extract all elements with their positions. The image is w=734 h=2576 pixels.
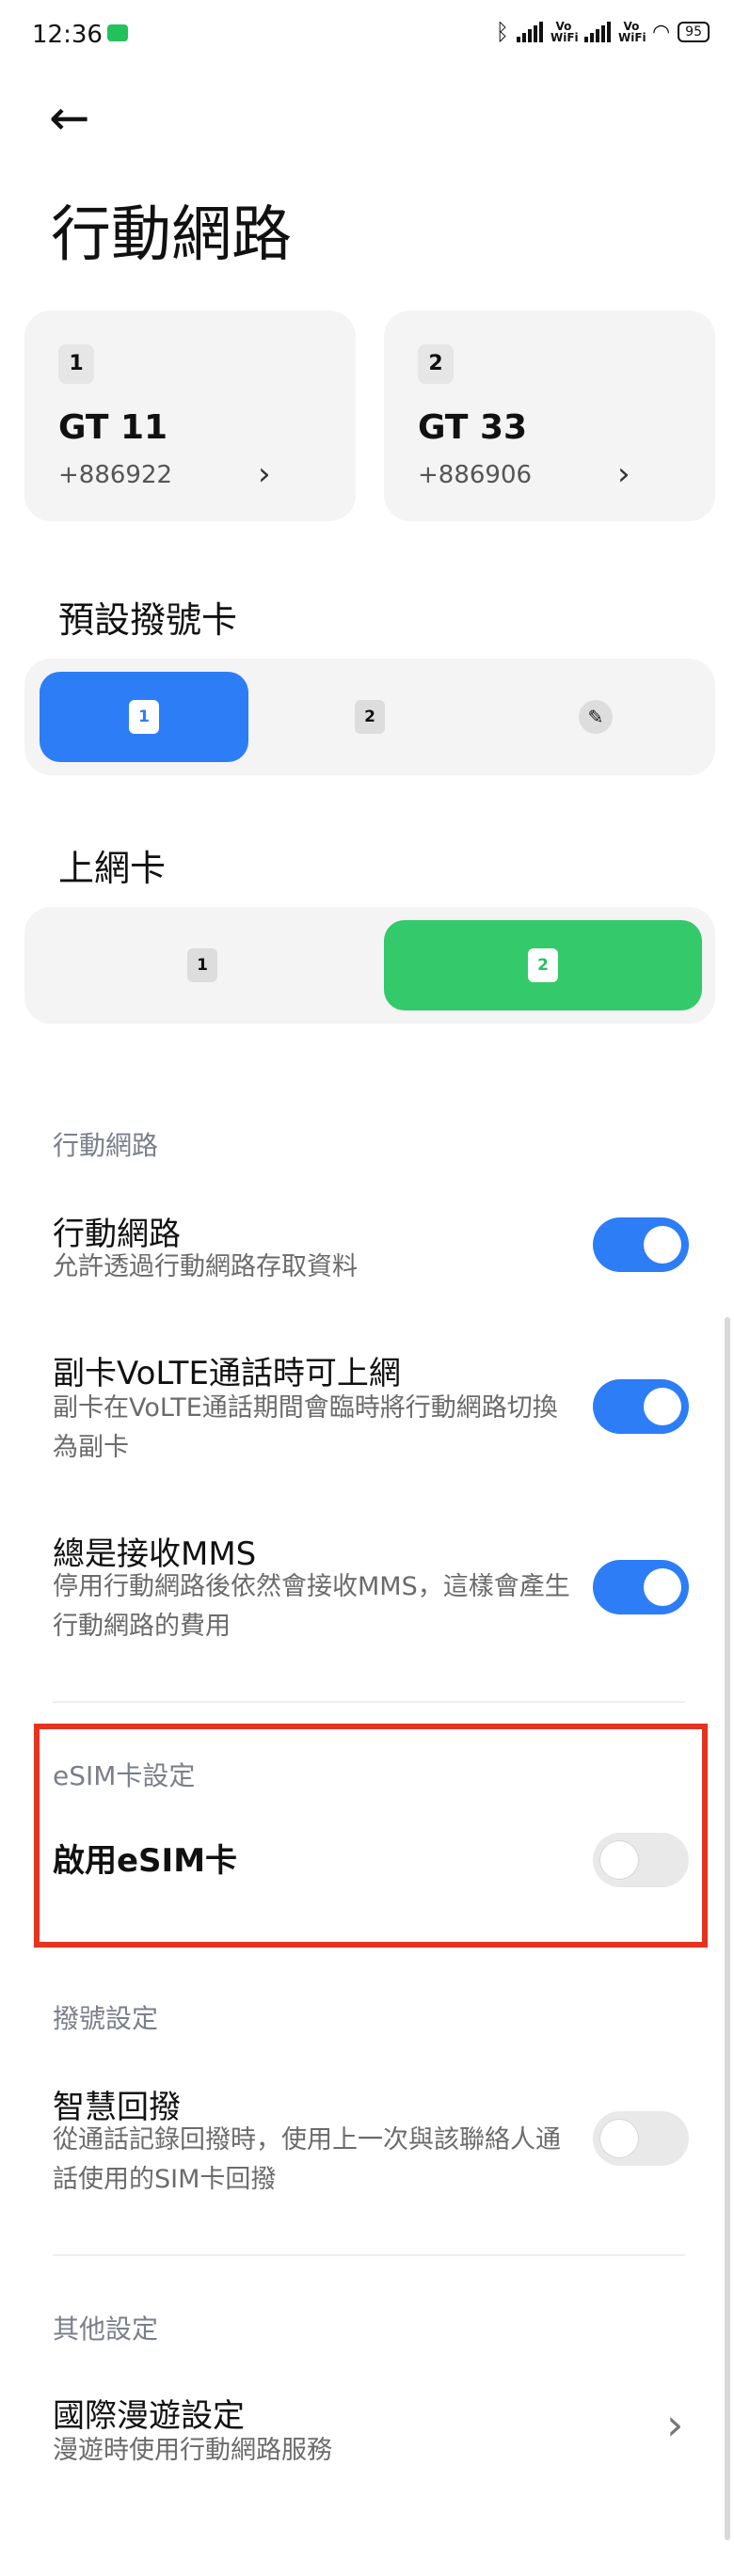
- pencil-icon: ✎: [579, 700, 613, 734]
- data-sim-selector: 1 2: [24, 907, 715, 1024]
- data-sim-label: 上網卡: [58, 848, 167, 889]
- default-call-sim-selector: 1 2 ✎: [24, 659, 715, 775]
- sim-chip-2: 2: [528, 948, 558, 982]
- sim-chip-1: 1: [129, 700, 159, 734]
- toggle-knob: [644, 1568, 681, 1606]
- always-mms-toggle[interactable]: [593, 1560, 689, 1614]
- sim-slot-badge: 1: [58, 344, 94, 384]
- default-call-sim-option-2[interactable]: 2: [265, 672, 474, 762]
- chevron-right-icon: ›: [666, 2399, 684, 2450]
- divider: [53, 2254, 685, 2256]
- volte-data-toggle[interactable]: [593, 1379, 689, 1434]
- mobile-data-subtitle: 允許透過行動網路存取資料: [53, 1252, 358, 1281]
- signal-icon: [583, 22, 611, 42]
- status-icons: ᛒ Vo WiFi Vo WiFi ◠ 95: [496, 19, 710, 45]
- roaming-subtitle: 漫遊時使用行動網路服務: [53, 2436, 332, 2465]
- toggle-knob: [644, 1226, 681, 1264]
- mobile-data-toggle[interactable]: [593, 1217, 689, 1272]
- always-mms-subtitle: 停用行動網路後依然會接收MMS，這樣會產生行動網路的費用: [53, 1572, 570, 1641]
- divider: [53, 1701, 685, 1703]
- default-call-sim-option-1[interactable]: 1: [40, 672, 248, 762]
- section-esim: eSIM卡設定: [53, 1760, 196, 1791]
- chevron-right-icon: ›: [617, 455, 630, 493]
- default-call-sim-label: 預設撥號卡: [58, 599, 238, 641]
- page-title: 行動網路: [51, 200, 292, 270]
- volte-data-title: 副卡VoLTE通話時可上網: [53, 1355, 401, 1392]
- sim-chip-2: 2: [355, 700, 385, 734]
- enable-esim-title: 啟用eSIM卡: [53, 1842, 238, 1880]
- toggle-knob: [644, 1388, 681, 1425]
- sim-card-1[interactable]: 1 GT 11 +886922 ›: [24, 310, 356, 521]
- smart-callback-toggle[interactable]: [593, 2111, 689, 2166]
- toggle-knob: [600, 2120, 638, 2157]
- signal-icon: [516, 22, 543, 42]
- sim-name: GT 33: [418, 408, 528, 447]
- sim-chip-1: 1: [187, 948, 217, 982]
- wifi-icon: ◠: [651, 20, 671, 44]
- section-dial: 撥號設定: [53, 2003, 159, 2034]
- vowifi-label: Vo WiFi: [550, 20, 579, 44]
- battery-icon: 95: [678, 22, 710, 42]
- volte-data-subtitle: 副卡在VoLTE通話期間會臨時將行動網路切換為副卡: [53, 1393, 558, 1462]
- sim-slot-badge: 2: [418, 344, 454, 384]
- smart-callback-subtitle: 從通話記錄回撥時，使用上一次與該聯絡人通話使用的SIM卡回撥: [53, 2125, 561, 2194]
- sim-number: +886906: [418, 461, 533, 489]
- chevron-right-icon: ›: [258, 455, 271, 493]
- enable-esim-toggle[interactable]: [593, 1833, 689, 1887]
- bluetooth-icon: ᛒ: [495, 19, 509, 45]
- default-call-sim-option-ask[interactable]: ✎: [491, 672, 700, 762]
- sim-name: GT 11: [58, 408, 168, 447]
- vowifi-label: Vo WiFi: [617, 20, 646, 44]
- back-arrow-icon[interactable]: ←: [49, 94, 90, 143]
- sim-card-2[interactable]: 2 GT 33 +886906 ›: [384, 310, 715, 521]
- section-other: 其他設定: [53, 2314, 159, 2345]
- chat-notification-icon: [107, 24, 128, 41]
- roaming-title: 國際漫遊設定: [53, 2397, 245, 2435]
- section-mobile-network: 行動網路: [53, 1130, 159, 1161]
- toggle-knob: [600, 1841, 638, 1879]
- status-time: 12:36: [32, 21, 103, 49]
- scrollbar[interactable]: [725, 1317, 730, 2540]
- sim-number: +886922: [58, 461, 173, 489]
- data-sim-option-1[interactable]: 1: [40, 920, 365, 1010]
- data-sim-option-2[interactable]: 2: [384, 920, 702, 1010]
